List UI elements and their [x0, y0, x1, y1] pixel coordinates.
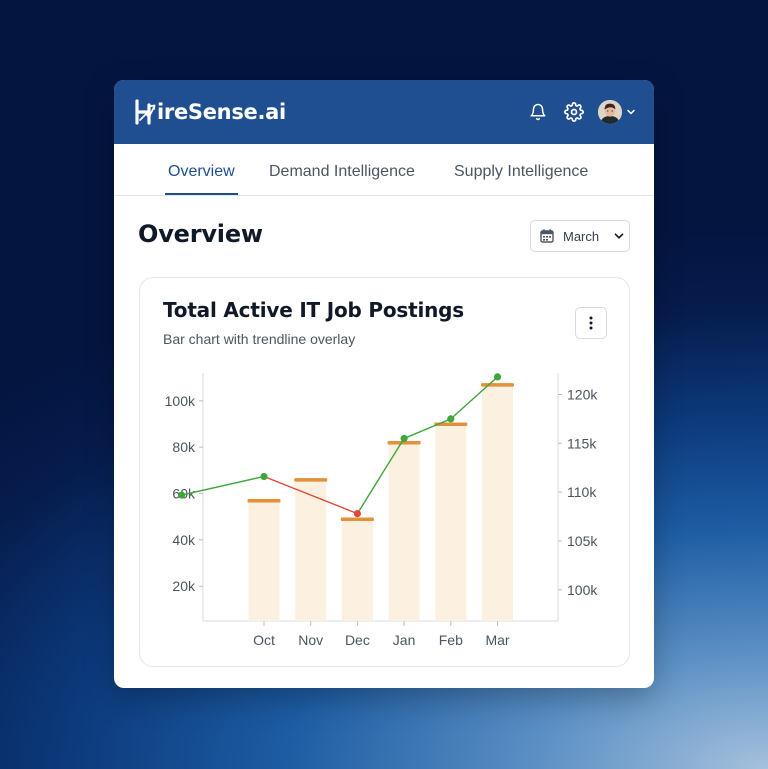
- trend-point: [400, 434, 408, 443]
- tab-overview[interactable]: Overview: [165, 144, 238, 195]
- avatar[interactable]: [598, 100, 622, 124]
- bell-icon[interactable]: [526, 100, 550, 124]
- x-tick-label: Oct: [253, 632, 275, 648]
- top-navigation-bar: ireSense.ai: [114, 80, 654, 144]
- y-right-tick-label: 120k: [567, 386, 598, 402]
- gear-icon[interactable]: [562, 100, 586, 124]
- dashboard-card: ireSense.ai Overview Demand Intelligence…: [114, 80, 654, 688]
- trend-point: [260, 472, 268, 481]
- y-right-tick-label: 110k: [567, 484, 597, 500]
- brand-logo[interactable]: ireSense.ai: [134, 96, 286, 128]
- x-tick-label: Nov: [298, 632, 323, 648]
- x-tick-label: Feb: [439, 632, 463, 648]
- page-title: Overview: [138, 220, 263, 248]
- tab-demand-intelligence[interactable]: Demand Intelligence: [269, 144, 415, 195]
- bar-cap: [340, 517, 374, 522]
- y-left-tick-label: 40k: [172, 532, 196, 548]
- trend-point: [493, 373, 502, 381]
- brand-name: ireSense.ai: [157, 100, 286, 124]
- y-right-tick-label: 105k: [567, 533, 598, 549]
- bar: [248, 500, 280, 621]
- chevron-down-icon[interactable]: [626, 107, 636, 117]
- bar-cap: [294, 478, 328, 482]
- trend-point: [353, 509, 361, 518]
- y-left-tick-label: 100k: [165, 393, 196, 409]
- month-select-value: March: [563, 228, 600, 244]
- y-right-tick-label: 115k: [567, 435, 597, 451]
- bar-cap: [481, 383, 514, 387]
- chart-svg: 20k40k60k80k100k100k105k110k115k120kOctN…: [165, 373, 598, 648]
- bar: [341, 519, 373, 621]
- y-right-tick-label: 100k: [567, 582, 598, 598]
- tab-supply-intelligence[interactable]: Supply Intelligence: [454, 144, 588, 195]
- chevron-down-icon: [613, 230, 625, 242]
- bar: [388, 442, 420, 621]
- bar: [435, 423, 467, 621]
- x-tick-label: Jan: [393, 632, 416, 648]
- x-tick-label: Dec: [345, 632, 370, 648]
- calendar-icon: [540, 229, 554, 243]
- bar: [482, 384, 513, 621]
- x-tick-label: Mar: [485, 632, 509, 648]
- bar-cap: [247, 498, 281, 503]
- trend-point: [447, 415, 455, 423]
- chart-card: Total Active IT Job Postings Bar chart w…: [139, 277, 630, 667]
- y-left-tick-label: 80k: [172, 439, 196, 455]
- trend-point: [178, 491, 186, 499]
- month-select[interactable]: March: [530, 220, 630, 252]
- y-left-tick-label: 20k: [172, 578, 196, 594]
- logo-h-icon: [135, 99, 156, 125]
- bar: [295, 479, 327, 621]
- tab-bar: Overview Demand Intelligence Supply Inte…: [114, 144, 654, 196]
